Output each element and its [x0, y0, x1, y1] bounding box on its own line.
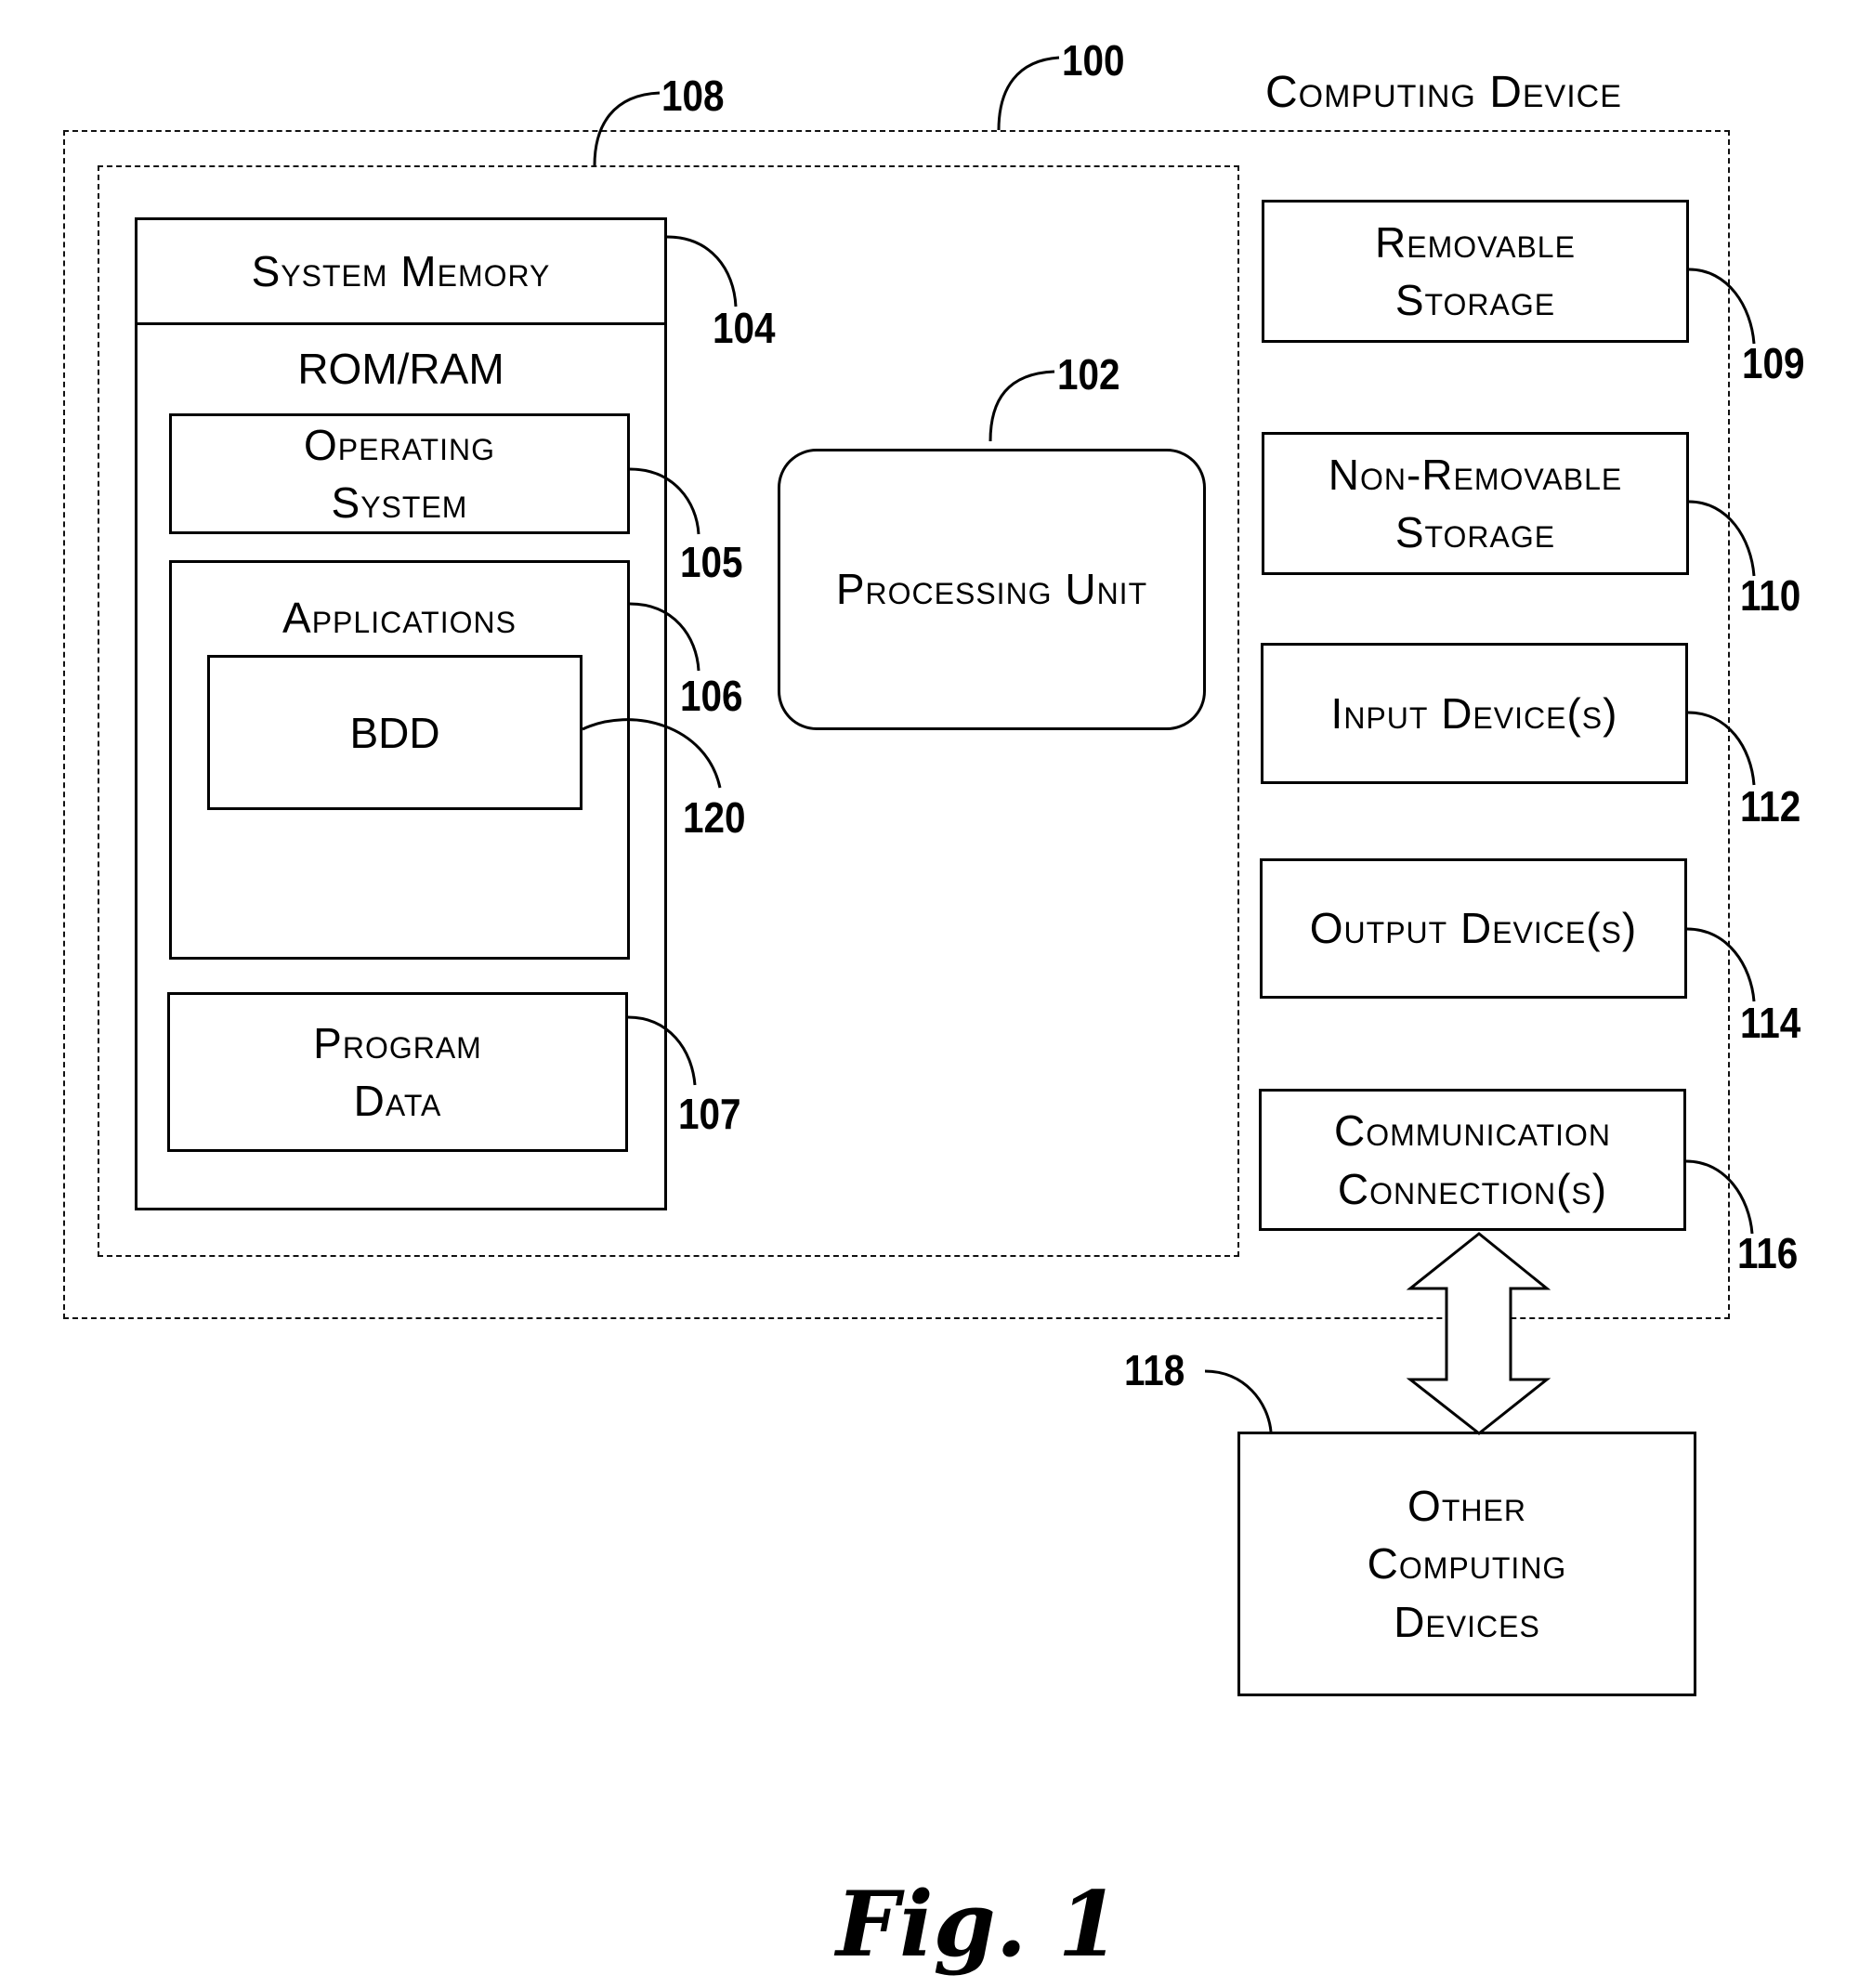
- ref-120: 120: [683, 793, 746, 842]
- ref-107: 107: [678, 1090, 741, 1138]
- removable-storage-label-line1: Removable: [1375, 217, 1576, 267]
- other-computing-devices-box: Other Computing Devices: [1237, 1432, 1696, 1696]
- computing-device-title: Computing Device: [1265, 68, 1622, 117]
- system-memory-header: System Memory: [137, 220, 664, 325]
- system-memory-label: System Memory: [251, 246, 551, 295]
- input-devices-box: Input Device(s): [1261, 643, 1688, 784]
- ref-116: 116: [1737, 1229, 1799, 1277]
- operating-system-label-line1: Operating: [304, 420, 495, 469]
- figure-caption: Fig. 1: [836, 1872, 1120, 1977]
- ref-114: 114: [1740, 999, 1801, 1047]
- other-devices-label-line2: Computing: [1367, 1539, 1567, 1589]
- bdd-box: BDD: [207, 655, 583, 810]
- ref-109: 109: [1742, 339, 1805, 387]
- leader-118: [1204, 1369, 1273, 1432]
- other-devices-label-line3: Devices: [1394, 1597, 1540, 1646]
- ref-118: 118: [1124, 1346, 1185, 1394]
- ref-108: 108: [661, 72, 725, 120]
- processing-unit-label: Processing Unit: [835, 565, 1148, 614]
- processing-unit-box: Processing Unit: [778, 449, 1206, 730]
- ref-104: 104: [713, 304, 776, 352]
- output-devices-box: Output Device(s): [1260, 858, 1687, 999]
- program-data-label-line2: Data: [353, 1077, 442, 1125]
- bdd-label: BDD: [349, 709, 440, 757]
- ref-112: 112: [1740, 782, 1801, 831]
- applications-label: Applications: [282, 594, 517, 642]
- input-devices-label: Input Device(s): [1330, 688, 1618, 738]
- other-devices-label-line1: Other: [1407, 1482, 1526, 1531]
- removable-storage-box: Removable Storage: [1262, 200, 1689, 343]
- program-data-box: Program Data: [167, 992, 628, 1152]
- operating-system-label-line2: System: [331, 478, 468, 527]
- non-removable-storage-box: Non-Removable Storage: [1262, 432, 1689, 575]
- communication-connections-box: Communication Connection(s): [1259, 1089, 1686, 1231]
- program-data-label-line1: Program: [313, 1018, 482, 1067]
- ref-100: 100: [1062, 36, 1125, 85]
- ref-110: 110: [1740, 571, 1801, 620]
- ref-102: 102: [1057, 350, 1120, 399]
- non-removable-storage-label-line1: Non-Removable: [1328, 450, 1623, 499]
- non-removable-storage-label-line2: Storage: [1394, 508, 1556, 556]
- operating-system-box: Operating System: [169, 413, 630, 534]
- communication-connections-label-line2: Connection(s): [1337, 1164, 1608, 1213]
- removable-storage-label-line2: Storage: [1394, 276, 1556, 324]
- ref-106: 106: [680, 672, 743, 720]
- communication-connections-label-line1: Communication: [1333, 1106, 1612, 1156]
- rom-ram-label: ROM/RAM: [297, 345, 504, 393]
- ref-105: 105: [680, 538, 743, 586]
- output-devices-label: Output Device(s): [1309, 904, 1638, 953]
- leader-100: [997, 56, 1060, 131]
